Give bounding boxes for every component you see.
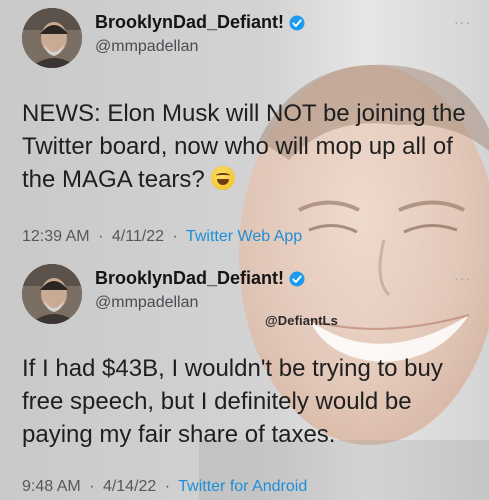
tweet-date[interactable]: 4/11/22 xyxy=(112,228,164,245)
avatar[interactable] xyxy=(22,8,82,68)
meta-separator: · xyxy=(89,478,95,495)
tweet-meta: 9:48 AM · 4/14/22 · Twitter for Android xyxy=(22,478,307,496)
tweet-time[interactable]: 12:39 AM xyxy=(22,228,90,245)
grinning-sweat-emoji-icon xyxy=(211,166,236,190)
user-handle[interactable]: @mmpadellan xyxy=(95,38,198,56)
display-name-text: BrooklynDad_Defiant! xyxy=(95,268,285,288)
display-name[interactable]: BrooklynDad_Defiant! xyxy=(95,12,306,33)
more-options-icon[interactable]: ··· xyxy=(454,270,471,286)
avatar[interactable] xyxy=(22,264,82,324)
more-options-icon[interactable]: ··· xyxy=(454,14,471,30)
display-name-text: BrooklynDad_Defiant! xyxy=(95,12,285,32)
tweet-date[interactable]: 4/14/22 xyxy=(103,478,156,495)
display-name[interactable]: BrooklynDad_Defiant! xyxy=(95,268,306,289)
avatar-image xyxy=(22,264,82,324)
meta-separator: · xyxy=(164,478,171,495)
avatar-image xyxy=(22,8,82,68)
tweet-text-content: NEWS: Elon Musk will NOT be joining the … xyxy=(22,100,466,193)
tweet-time[interactable]: 9:48 AM xyxy=(22,478,81,495)
meta-separator: · xyxy=(98,228,104,245)
screenshot-canvas: BrooklynDad_Defiant! @mmpadellan ··· NEW… xyxy=(0,0,489,500)
tweet-source-link[interactable]: Twitter Web App xyxy=(186,228,302,245)
meta-separator: · xyxy=(172,228,178,245)
tweet-text: If I had $43B, I wouldn't be trying to b… xyxy=(22,355,443,448)
verified-badge-icon xyxy=(289,271,305,286)
tweet-text: NEWS: Elon Musk will NOT be joining the … xyxy=(22,97,472,196)
tweet-source-link[interactable]: Twitter for Android xyxy=(178,478,307,495)
verified-badge-icon xyxy=(289,15,305,30)
tweet-meta: 12:39 AM · 4/11/22 · Twitter Web App xyxy=(22,228,302,246)
user-handle[interactable]: @mmpadellan xyxy=(95,294,198,312)
watermark-label: @DefiantLs xyxy=(265,313,338,328)
